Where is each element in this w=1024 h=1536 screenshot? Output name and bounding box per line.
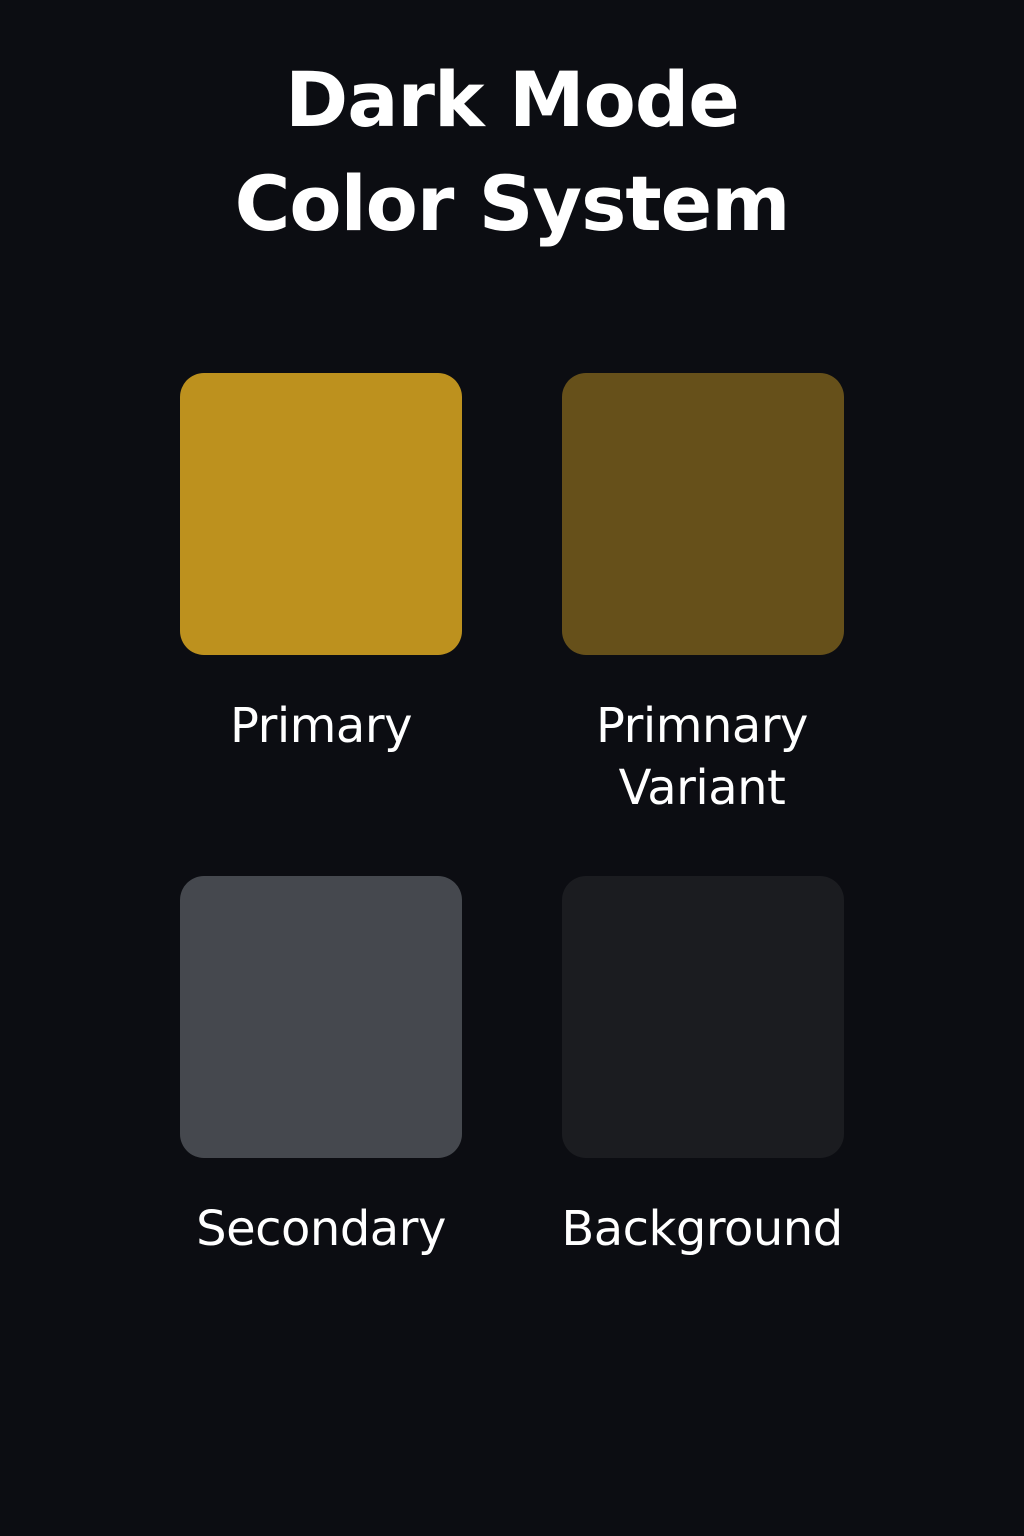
color-system-page: Dark Mode Color System Primary Primnary … [0,0,1024,1536]
secondary-label-line-1: Secondary [196,1201,446,1257]
primary-variant-swatch [562,373,844,655]
primary-label: Primary [141,695,501,757]
primary-swatch [180,373,462,655]
background-swatch [562,876,844,1158]
primary-label-line-1: Primary [230,698,412,754]
secondary-swatch [180,876,462,1158]
secondary-label: Secondary [141,1198,501,1260]
primary-variant-label: Primnary Variant [522,695,882,819]
background-label: Background [522,1198,882,1260]
primary-variant-label-line-2: Variant [618,760,786,816]
page-title: Dark Mode Color System [0,48,1024,256]
primary-variant-label-line-1: Primnary [596,698,808,754]
background-label-line-1: Background [561,1201,843,1257]
title-line-1: Dark Mode [285,55,740,144]
title-line-2: Color System [234,159,791,248]
